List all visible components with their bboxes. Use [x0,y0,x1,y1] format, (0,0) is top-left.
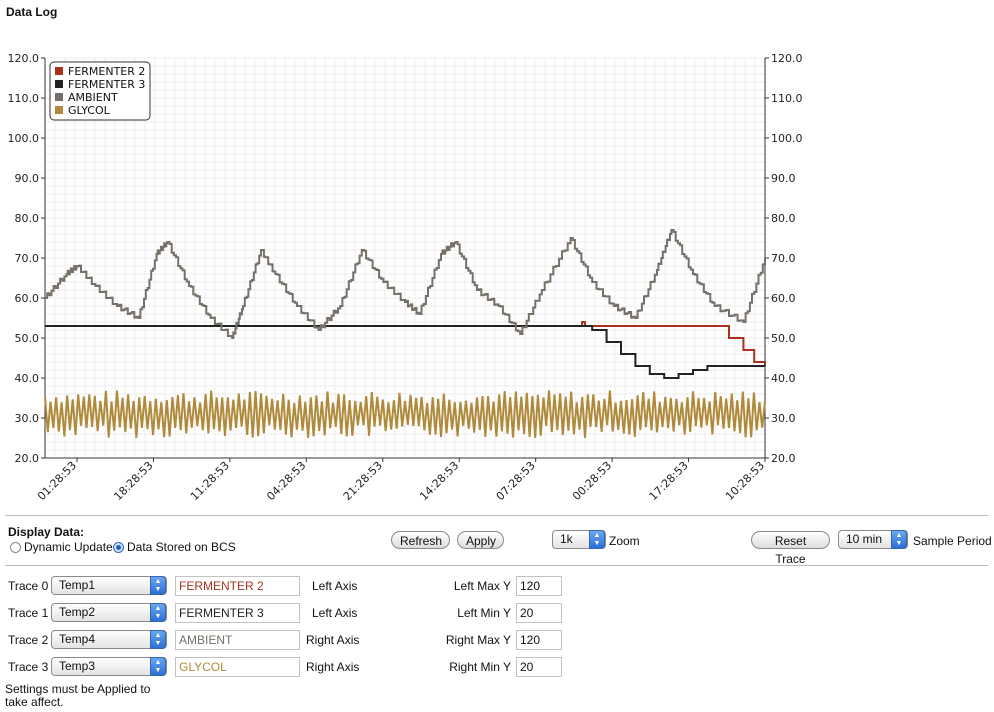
left-tick-label: 30.0 [15,412,40,425]
left-tick-label: 20.0 [15,452,40,465]
left-tick-label: 80.0 [15,212,40,225]
trace-sensor-select[interactable]: Temp4 ▲ ▼ [51,630,167,649]
trace-sensor-select[interactable]: Temp2 ▲ ▼ [51,603,167,622]
updown-arrow-icon: ▲ ▼ [589,530,605,549]
sample-period-select[interactable]: 10 min ▲ ▼ [838,530,908,549]
page-title: Data Log [6,5,58,19]
trace-name-input[interactable]: FERMENTER 3 [175,603,300,623]
left-tick-label: 50.0 [15,332,40,345]
right-tick-label: 120.0 [771,52,803,65]
left-tick-label: 40.0 [15,372,40,385]
updown-arrow-icon: ▲ ▼ [150,603,166,622]
trace-label: Trace 3 [8,660,49,674]
trace-sensor-value: Temp1 [59,578,96,592]
right-tick-label: 40.0 [771,372,796,385]
x-tick-label: 00:28:53 [570,459,614,503]
axis-limit-label: Right Max Y [445,633,511,647]
updown-arrow-icon: ▲ ▼ [150,657,166,676]
x-tick-label: 04:28:53 [264,459,308,503]
trace-axis-label: Right Axis [306,660,360,674]
data-stored-radio[interactable] [113,542,124,553]
updown-arrow-icon: ▲ ▼ [891,530,907,549]
legend-swatch [55,67,63,75]
x-tick-label: 21:28:53 [341,459,385,503]
data-stored-label: Data Stored on BCS [127,540,236,554]
right-tick-label: 20.0 [771,452,796,465]
right-tick-label: 110.0 [771,92,803,105]
dynamic-update-radio[interactable] [10,542,21,553]
sample-period-label: Sample Period [913,534,992,548]
dynamic-update-label: Dynamic Update [24,540,113,554]
left-tick-label: 100.0 [8,132,40,145]
divider [5,515,988,516]
zoom-select[interactable]: 1k ▲ ▼ [552,530,606,549]
legend-label: AMBIENT [68,91,118,104]
refresh-button[interactable]: Refresh [391,531,450,549]
right-tick-label: 90.0 [771,172,796,185]
apply-button[interactable]: Apply [457,531,504,549]
sample-period-value: 10 min [846,532,883,546]
data-log-chart: 120.0 120.0 110.0 110.0 100.0 100.0 90.0 90.0 80… [8,52,803,503]
axis-limit-label: Left Min Y [457,606,511,620]
left-tick-label: 120.0 [8,52,40,65]
right-tick-label: 100.0 [771,132,803,145]
axis-limit-label: Left Max Y [453,579,511,593]
legend-label: FERMENTER 2 [68,65,145,78]
left-tick-label: 90.0 [15,172,40,185]
right-tick-label: 80.0 [771,212,796,225]
x-tick-label: 17:28:53 [647,459,691,503]
legend-label: FERMENTER 3 [68,78,145,91]
trace-sensor-select[interactable]: Temp1 ▲ ▼ [51,576,167,595]
trace-name-input[interactable]: FERMENTER 2 [175,576,300,596]
x-tick-label: 14:28:53 [417,459,461,503]
updown-arrow-icon: ▲ ▼ [150,576,166,595]
trace-axis-label: Right Axis [306,633,360,647]
trace-name-input[interactable]: AMBIENT [175,630,300,650]
trace-axis-label: Left Axis [312,606,358,620]
right-tick-label: 50.0 [771,332,796,345]
trace-label: Trace 2 [8,633,49,647]
trace-sensor-select[interactable]: Temp3 ▲ ▼ [51,657,167,676]
trace-sensor-value: Temp3 [59,659,96,673]
x-tick-label: 07:28:53 [494,459,538,503]
x-tick-label: 18:28:53 [111,459,155,503]
right-tick-label: 70.0 [771,252,796,265]
axis-limit-input[interactable]: 120 [516,576,562,596]
legend-swatch [55,93,63,101]
axis-limit-input[interactable]: 20 [516,603,562,623]
axis-limit-input[interactable]: 20 [516,657,562,677]
x-tick-label: 10:28:53 [723,459,767,503]
trace-sensor-value: Temp2 [59,605,96,619]
trace-name-input[interactable]: GLYCOL [175,657,300,677]
trace-axis-label: Left Axis [312,579,358,593]
left-tick-label: 60.0 [15,292,40,305]
updown-arrow-icon: ▲ ▼ [150,630,166,649]
trace-label: Trace 0 [8,579,49,593]
zoom-value: 1k [560,532,573,546]
left-tick-label: 70.0 [15,252,40,265]
right-tick-label: 60.0 [771,292,796,305]
legend-swatch [55,80,63,88]
divider [5,565,988,566]
trace-sensor-value: Temp4 [59,632,96,646]
legend-label: GLYCOL [68,104,111,117]
axis-limit-input[interactable]: 120 [516,630,562,650]
display-data-heading: Display Data: [8,525,85,539]
x-tick-label: 01:28:53 [35,459,79,503]
trace-label: Trace 1 [8,606,49,620]
left-tick-label: 110.0 [8,92,40,105]
reset-trace-button[interactable]: Reset Trace [751,531,830,566]
x-tick-label: 11:28:53 [188,459,232,503]
legend-swatch [55,106,63,114]
settings-note: Settings must be Applied to take affect. [5,682,151,709]
right-tick-label: 30.0 [771,412,796,425]
axis-limit-label: Right Min Y [449,660,511,674]
zoom-label: Zoom [609,534,640,548]
